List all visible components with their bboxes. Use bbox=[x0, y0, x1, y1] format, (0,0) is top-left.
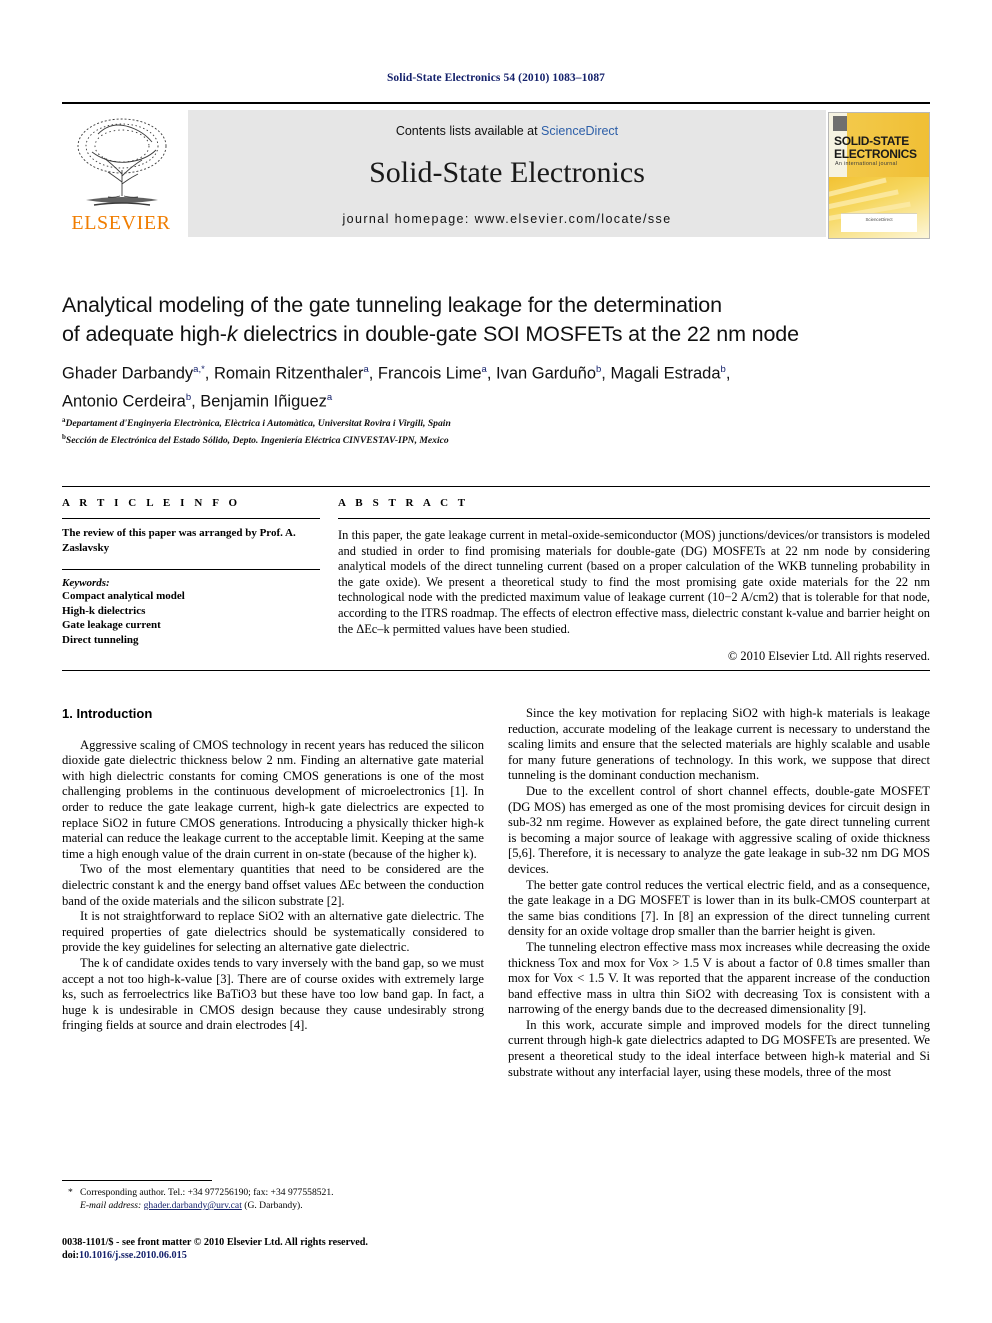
affiliation-item: aDepartament d'Enginyeria Electrònica, E… bbox=[62, 414, 930, 431]
paper-page: Solid-State Electronics 54 (2010) 1083–1… bbox=[0, 0, 992, 1323]
author-affil-marker: b bbox=[720, 364, 726, 375]
email-suffix: (G. Darbandy). bbox=[244, 1200, 303, 1211]
paragraph: In this work, accurate simple and improv… bbox=[508, 1017, 930, 1079]
paragraph: It is not straightforward to replace SiO… bbox=[62, 909, 484, 955]
author-list: Ghader Darbandya,*, Romain Ritzenthalera… bbox=[62, 364, 731, 410]
cover-title-line1: SOLID-STATE bbox=[834, 134, 909, 148]
email-line: E-mail address: ghader.darbandy@urv.cat … bbox=[62, 1199, 492, 1212]
keyword-item: High-k dielectrics bbox=[62, 604, 146, 617]
sciencedirect-link[interactable]: ScienceDirect bbox=[541, 124, 618, 138]
affiliation-text: Departament d'Enginyeria Electrònica, El… bbox=[65, 418, 451, 430]
keywords-label: Keywords: bbox=[62, 577, 110, 589]
paragraph: The tunneling electron effective mass mo… bbox=[508, 939, 930, 1017]
corresponding-author-text: Corresponding author. Tel.: +34 97725619… bbox=[80, 1187, 334, 1198]
abstract-heading: A B S T R A C T bbox=[338, 497, 469, 509]
abstract-copyright: © 2010 Elsevier Ltd. All rights reserved… bbox=[727, 649, 930, 664]
footnote-divider bbox=[62, 1180, 212, 1181]
author-name: Magali Estrada bbox=[610, 364, 721, 383]
article-history: The review of this paper was arranged by… bbox=[62, 527, 296, 554]
affiliation-item: bSección de Electrónica del Estado Sólid… bbox=[62, 431, 930, 448]
author-affil-marker: b bbox=[185, 391, 192, 403]
colophon: 0038-1101/$ - see front matter © 2010 El… bbox=[62, 1236, 492, 1262]
author-name: Ghader Darbandy bbox=[62, 364, 194, 383]
corresponding-author-footnote: * Corresponding author. Tel.: +34 977256… bbox=[62, 1186, 492, 1212]
contents-line: Contents lists available at ScienceDirec… bbox=[188, 124, 826, 138]
email-link[interactable]: ghader.darbandy@urv.cat bbox=[144, 1200, 242, 1211]
journal-homepage[interactable]: journal homepage: www.elsevier.com/locat… bbox=[188, 212, 826, 226]
keyword-item: Compact analytical model bbox=[62, 590, 185, 602]
elsevier-wordmark: ELSEVIER bbox=[71, 212, 171, 234]
keyword-item: Direct tunneling bbox=[62, 633, 139, 646]
author-name: Benjamin Iñiguez bbox=[200, 392, 327, 410]
journal-masthead: ELSEVIER Contents lists available at Sci… bbox=[62, 102, 930, 239]
running-head: Solid-State Electronics 54 (2010) 1083–1… bbox=[386, 72, 606, 84]
doi-line: doi:10.1016/j.sse.2010.06.015 bbox=[62, 1249, 492, 1262]
author-name: Francois Lime bbox=[377, 364, 482, 383]
info-abstract-band: A R T I C L E I N F O The review of this… bbox=[62, 486, 930, 671]
title-line-2a: of adequate high- bbox=[62, 322, 227, 346]
cover-subtitle: An international journal bbox=[835, 161, 898, 167]
cover-title-line2: ELECTRONICS bbox=[834, 147, 917, 161]
paragraph: The k of candidate oxides tends to vary … bbox=[62, 955, 484, 1033]
journal-cover-thumbnail: SOLID-STATE ELECTRONICS An international… bbox=[828, 112, 930, 239]
abstract-column: A B S T R A C T In this paper, the gate … bbox=[338, 487, 930, 670]
author-affil-marker: a bbox=[481, 364, 487, 375]
body-column-right: Since the key motivation for replacing S… bbox=[508, 706, 930, 1080]
email-label: E-mail address: bbox=[80, 1200, 142, 1211]
author-affil-marker: a bbox=[326, 391, 333, 403]
affiliation-text: Sección de Electrónica del Estado Sólido… bbox=[65, 434, 449, 446]
title-line-1: Analytical modeling of the gate tunnelin… bbox=[62, 293, 722, 317]
author-affil-marker: a,* bbox=[193, 364, 205, 375]
paragraph: Since the key motivation for replacing S… bbox=[508, 706, 930, 783]
cover-footer: ScienceDirect bbox=[841, 213, 917, 232]
elsevier-tree-icon bbox=[77, 118, 167, 206]
keyword-item: Gate leakage current bbox=[62, 619, 161, 631]
section-heading-introduction: 1. Introduction bbox=[62, 706, 153, 721]
author-name: Romain Ritzenthaler bbox=[213, 364, 364, 383]
author-name: Antonio Cerdeira bbox=[62, 392, 186, 410]
doi-link[interactable]: 10.1016/j.sse.2010.06.015 bbox=[79, 1250, 187, 1261]
cover-elsevier-mark bbox=[833, 116, 847, 131]
article-info-heading: A R T I C L E I N F O bbox=[62, 497, 241, 509]
paragraph: Due to the excellent control of short ch… bbox=[508, 783, 930, 876]
body-column-left: 1. Introduction Aggressive scaling of CM… bbox=[62, 706, 484, 1034]
contents-prefix: Contents lists available at bbox=[395, 124, 542, 138]
title-line-2b: dielectrics in double-gate SOI MOSFETs a… bbox=[237, 322, 799, 346]
author-name: Ivan Garduño bbox=[496, 364, 596, 383]
article-title: Analytical modeling of the gate tunnelin… bbox=[62, 291, 930, 349]
journal-title: Solid-State Electronics bbox=[369, 156, 645, 189]
affiliation-list: aDepartament d'Enginyeria Electrònica, E… bbox=[62, 414, 930, 447]
article-info-column: A R T I C L E I N F O The review of this… bbox=[62, 487, 320, 670]
cover-footer-text: ScienceDirect bbox=[865, 217, 893, 222]
author-affil-marker: b bbox=[596, 364, 602, 375]
paragraph: Two of the most elementary quantities th… bbox=[62, 862, 484, 908]
issn-copyright-line: 0038-1101/$ - see front matter © 2010 El… bbox=[62, 1237, 368, 1248]
doi-label: doi: bbox=[62, 1250, 79, 1261]
title-italic-k: k bbox=[226, 322, 238, 346]
asterisk-icon: * bbox=[68, 1187, 73, 1198]
paragraph: The better gate control reduces the vert… bbox=[508, 877, 930, 939]
paragraph: Aggressive scaling of CMOS technology in… bbox=[62, 737, 484, 861]
author-affil-marker: a bbox=[363, 364, 369, 375]
journal-banner: Contents lists available at ScienceDirec… bbox=[188, 110, 826, 237]
abstract-text: In this paper, the gate leakage current … bbox=[338, 528, 930, 636]
elsevier-logo: ELSEVIER bbox=[62, 110, 180, 237]
